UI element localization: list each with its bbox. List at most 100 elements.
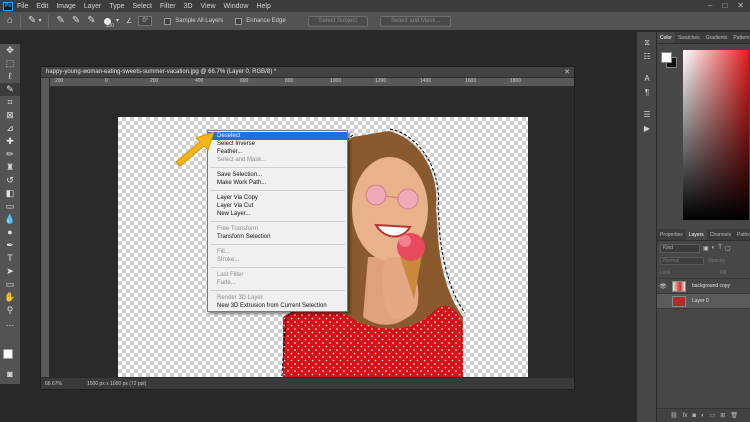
tab-gradients[interactable]: Gradients [703, 32, 731, 43]
menu-item-deselect[interactable]: Deselect [208, 132, 347, 140]
eye-icon[interactable]: 👁 [657, 283, 669, 290]
tab-paths[interactable]: Paths [734, 229, 750, 240]
menu-type[interactable]: Type [109, 3, 124, 10]
rectangle-tool-icon[interactable]: ▭ [0, 278, 20, 291]
gradient-tool-icon[interactable]: ▭ [0, 200, 20, 213]
close-icon[interactable]: ✕ [564, 67, 570, 78]
menu-view[interactable]: View [201, 3, 216, 10]
checkbox-box[interactable] [164, 17, 172, 25]
zoom-tool-icon[interactable]: ⚲ [0, 304, 20, 317]
menu-select[interactable]: Select [133, 3, 152, 10]
link-icon[interactable]: ⛓ [670, 412, 678, 419]
menu-3d[interactable]: 3D [184, 3, 193, 10]
marquee-tool-icon[interactable]: ⬚ [0, 57, 20, 70]
healing-brush-icon[interactable]: ✚ [0, 135, 20, 148]
quick-selection-tool-icon[interactable]: ✎ [0, 83, 20, 96]
menu-item-feather[interactable]: Feather... [208, 148, 347, 156]
new-selection-icon[interactable]: ✎ [56, 16, 64, 26]
character-icon[interactable]: A [637, 72, 657, 86]
document-tab[interactable]: happy-young-woman-eating-sweets-summer-v… [41, 67, 574, 78]
move-tool-icon[interactable]: ✥ [0, 44, 20, 57]
tab-channels[interactable]: Channels [707, 229, 734, 240]
frame-tool-icon[interactable]: ⊠ [0, 109, 20, 122]
checkbox-box[interactable] [235, 17, 243, 25]
enhance-edge-checkbox[interactable]: Enhance Edge [235, 17, 286, 25]
history-brush-icon[interactable]: ↺ [0, 174, 20, 187]
menu-item-make-work-path[interactable]: Make Work Path... [208, 179, 347, 187]
menu-item-layer-via-copy[interactable]: Layer Via Copy [208, 194, 347, 202]
menu-filter[interactable]: Filter [160, 3, 176, 10]
menu-image[interactable]: Image [56, 3, 75, 10]
image-filter-icon[interactable]: ▣ [703, 245, 709, 252]
subtract-from-selection-icon[interactable]: ✎ [87, 16, 95, 26]
menu-item-new-3d-extrusion[interactable]: New 3D Extrusion from Current Selection [208, 302, 347, 310]
chevron-down-icon[interactable]: ▾ [116, 18, 119, 24]
menu-item-save-selection[interactable]: Save Selection... [208, 171, 347, 179]
dodge-tool-icon[interactable]: ● [0, 226, 20, 239]
folder-icon[interactable]: ▭ [710, 412, 716, 419]
eraser-tool-icon[interactable]: ◧ [0, 187, 20, 200]
shape-filter-icon[interactable]: ▢ [725, 245, 731, 252]
brush-tool-icon[interactable]: ✏ [0, 148, 20, 161]
adjustment-icon[interactable]: ◐ [701, 413, 705, 419]
paragraph-icon[interactable]: ¶ [637, 86, 657, 100]
color-spectrum-picker[interactable] [683, 50, 749, 220]
clone-stamp-icon[interactable]: ♜ [0, 161, 20, 174]
crop-tool-icon[interactable]: ⌗ [0, 96, 20, 109]
menu-item-new-layer[interactable]: New Layer... [208, 210, 347, 218]
maximize-icon[interactable]: □ [722, 1, 727, 10]
select-and-mask-button[interactable]: Select and Mask... [380, 15, 452, 27]
zoom-level[interactable]: 66.67% [45, 381, 75, 387]
menu-item-layer-via-cut[interactable]: Layer Via Cut [208, 202, 347, 210]
add-to-selection-icon[interactable]: ✎ [72, 16, 80, 26]
fx-icon[interactable]: fx [683, 413, 688, 419]
properties-icon[interactable]: ☷ [637, 50, 657, 64]
menu-item-select-inverse[interactable]: Select Inverse [208, 140, 347, 148]
layer-row[interactable]: 👁 background copy [657, 279, 750, 294]
tab-layers[interactable]: Layers [685, 229, 707, 240]
tab-swatches[interactable]: Swatches [675, 32, 703, 43]
sample-all-layers-checkbox[interactable]: Sample All Layers [164, 17, 223, 25]
mask-icon[interactable]: ◙ [692, 413, 696, 419]
history-icon[interactable]: ⧖ [637, 36, 657, 50]
home-icon[interactable]: ⌂ [7, 16, 13, 26]
menu-window[interactable]: Window [224, 3, 249, 10]
hand-tool-icon[interactable]: ✋ [0, 291, 20, 304]
select-subject-button[interactable]: Select Subject [307, 15, 369, 27]
layer-name[interactable]: background copy [692, 283, 730, 289]
quick-selection-tool-icon[interactable]: ✎ [28, 16, 36, 26]
more-tools-icon[interactable]: … [0, 317, 20, 330]
new-layer-icon[interactable]: ⊞ [720, 412, 725, 419]
menu-item-transform-selection[interactable]: Transform Selection [208, 233, 347, 241]
foreground-color-swatch[interactable] [661, 52, 672, 63]
play-icon[interactable]: ▶ [637, 122, 657, 136]
angle-input[interactable]: 0° [138, 16, 153, 26]
trash-icon[interactable]: 🗑 [730, 412, 738, 419]
tab-color[interactable]: Color [657, 32, 675, 43]
visibility-toggle[interactable] [657, 294, 669, 309]
layer-name[interactable]: Layer 0 [692, 298, 709, 304]
menu-edit[interactable]: Edit [36, 3, 48, 10]
type-tool-icon[interactable]: T [0, 252, 20, 265]
menu-file[interactable]: File [17, 3, 28, 10]
horizontal-ruler[interactable]: 200 0 200 400 600 800 1000 1200 1400 160… [50, 78, 574, 87]
lasso-tool-icon[interactable]: ℓ [0, 70, 20, 83]
type-filter-icon[interactable]: T [718, 245, 722, 251]
layer-row[interactable]: Layer 0 [657, 294, 750, 309]
tab-properties[interactable]: Properties [657, 229, 686, 240]
adjustment-filter-icon[interactable]: ◐ [712, 245, 716, 251]
glyphs-icon[interactable]: ☰ [637, 108, 657, 122]
tab-patterns[interactable]: Patterns [730, 32, 750, 43]
chevron-down-icon[interactable]: ▾ [38, 18, 41, 24]
close-icon[interactable]: ✕ [737, 1, 744, 10]
blur-tool-icon[interactable]: 💧 [0, 213, 20, 226]
vertical-ruler[interactable] [41, 78, 50, 377]
path-selection-icon[interactable]: ➤ [0, 265, 20, 278]
menu-layer[interactable]: Layer [84, 3, 102, 10]
minimize-icon[interactable]: – [708, 1, 712, 10]
quick-mask-icon[interactable]: ◙ [0, 368, 20, 381]
eyedropper-tool-icon[interactable]: ⊿ [0, 122, 20, 135]
pen-tool-icon[interactable]: ✒ [0, 239, 20, 252]
menu-help[interactable]: Help [256, 3, 270, 10]
blend-mode-dropdown[interactable]: Normal [660, 257, 704, 265]
